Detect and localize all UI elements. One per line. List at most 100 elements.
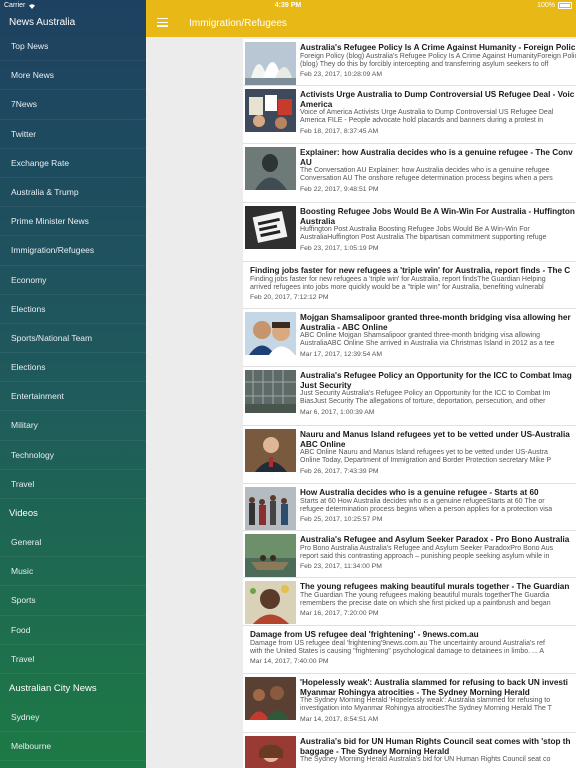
article-title[interactable]: Australia's Refugee and Asylum Seeker Pa… <box>300 535 576 545</box>
article-body: Finding jobs faster for new refugees a '… <box>250 266 570 302</box>
article-title-line2[interactable]: baggage - The Sydney Morning Herald <box>300 747 576 757</box>
article-body: 'Hopelessly weak': Australia slammed for… <box>300 678 576 724</box>
sidebar-item-travel[interactable]: Travel <box>0 470 146 499</box>
article-thumbnail[interactable] <box>245 312 296 355</box>
article-thumbnail[interactable] <box>245 429 296 472</box>
article-thumbnail[interactable] <box>245 42 296 85</box>
sidebar-item-australia-trump[interactable]: Australia & Trump <box>0 178 146 208</box>
sidebar-item-sports[interactable]: Sports/National Team <box>0 324 146 354</box>
article-title[interactable]: How Australia decides who is a genuine r… <box>300 488 576 498</box>
article-date: Feb 20, 2017, 7:12:12 PM <box>250 294 329 302</box>
article-date: Feb 18, 2017, 8:37:45 AM <box>300 127 379 135</box>
article-body: Activists Urge Australia to Dump Controv… <box>300 90 576 136</box>
article-date: Feb 23, 2017, 1:05:19 PM <box>300 244 379 252</box>
sidebar-item-prime-minister[interactable]: Prime Minister News <box>0 207 146 237</box>
article-date: Mar 17, 2017, 12:39:54 AM <box>300 350 382 358</box>
sidebar-item-twitter[interactable]: Twitter <box>0 120 146 149</box>
article-snippet: Voice of America Activists Urge Australi… <box>300 109 554 116</box>
sidebar-item-economy[interactable]: Economy <box>0 266 146 295</box>
article-snippet: The Sydney Morning Herald Australia's bi… <box>300 756 551 763</box>
article-body: The young refugees making beautiful mura… <box>300 582 576 618</box>
sidebar-item-sydney[interactable]: Sydney <box>0 703 146 733</box>
article-title[interactable]: Australia's Refugee Policy an Opportunit… <box>300 371 576 381</box>
article-card[interactable]: Australia's Refugee Policy an Opportunit… <box>243 367 576 426</box>
article-title[interactable]: Activists Urge Australia to Dump Controv… <box>300 90 576 100</box>
article-title[interactable]: Explainer: how Australia decides who is … <box>300 148 576 158</box>
article-card[interactable]: How Australia decides who is a genuine r… <box>243 484 576 531</box>
article-title[interactable]: Finding jobs faster for new refugees a '… <box>250 266 570 276</box>
article-title[interactable]: Nauru and Manus Island refugees yet to b… <box>300 430 576 440</box>
sidebar-item-video-music[interactable]: Music <box>0 557 146 587</box>
article-snippet-line2: Conversation AU The onshore refugee dete… <box>300 175 553 183</box>
article-card[interactable]: Australia's Refugee Policy Is A Crime Ag… <box>243 39 576 86</box>
article-card[interactable]: Activists Urge Australia to Dump Controv… <box>243 86 576 144</box>
article-card[interactable]: Nauru and Manus Island refugees yet to b… <box>243 426 576 484</box>
article-title[interactable]: Boosting Refugee Jobs Would Be A Win-Win… <box>300 207 576 217</box>
article-body: Damage from US refugee deal 'frightening… <box>250 630 550 666</box>
article-title-line2[interactable]: ABC Online <box>300 440 576 450</box>
article-title-line2[interactable]: America <box>300 100 576 110</box>
article-feed[interactable]: Australia's Refugee Policy Is A Crime Ag… <box>243 37 576 768</box>
article-thumbnail[interactable] <box>245 581 296 624</box>
sidebar-item-video-travel[interactable]: Travel <box>0 645 146 674</box>
article-date: Feb 23, 2017, 10:28:09 AM <box>300 71 383 79</box>
article-snippet-line2: AustraliaHuffington Post Australia The b… <box>300 234 547 242</box>
article-thumbnail[interactable] <box>245 370 296 413</box>
article-title[interactable]: Australia's Refugee Policy Is A Crime Ag… <box>300 43 576 53</box>
sidebar-item-elections-2[interactable]: Elections <box>0 353 146 383</box>
sidebar-item-entertainment[interactable]: Entertainment <box>0 382 146 412</box>
sidebar-item-military[interactable]: Military <box>0 411 146 441</box>
article-snippet: Pro Bono Australia Australia's Refugee a… <box>300 544 554 552</box>
hamburger-icon[interactable] <box>157 18 168 27</box>
article-card[interactable]: The young refugees making beautiful mura… <box>243 578 576 626</box>
article-title-line2[interactable]: Myanmar Rohingya atrocities - The Sydney… <box>300 688 576 698</box>
article-title[interactable]: Mojgan Shamsalipoor granted three-month … <box>300 313 576 323</box>
article-body: Mojgan Shamsalipoor granted three-month … <box>300 313 576 359</box>
article-date: Mar 14, 2017, 7:40:00 PM <box>250 658 329 666</box>
article-title-line2[interactable]: AU <box>300 158 576 168</box>
sidebar: News Australia Top News More News 7News … <box>0 0 146 768</box>
article-title-line2[interactable]: Australia - ABC Online <box>300 323 576 333</box>
sidebar-item-video-food[interactable]: Food <box>0 616 146 645</box>
article-thumbnail[interactable] <box>245 736 296 768</box>
sidebar-item-video-sports[interactable]: Sports <box>0 586 146 616</box>
article-card[interactable]: Boosting Refugee Jobs Would Be A Win-Win… <box>243 203 576 262</box>
article-title-line2[interactable]: Australia <box>300 217 576 227</box>
article-card[interactable]: Australia's bid for UN Human Rights Coun… <box>243 733 576 768</box>
article-snippet: Foreign Policy (blog) Australia's Refuge… <box>300 52 576 60</box>
article-title[interactable]: Damage from US refugee deal 'frightening… <box>250 630 550 640</box>
sidebar-item-exchange-rate[interactable]: Exchange Rate <box>0 149 146 178</box>
article-thumbnail[interactable] <box>245 89 296 132</box>
article-card[interactable]: Finding jobs faster for new refugees a '… <box>243 262 576 309</box>
article-date: Feb 25, 2017, 10:25:57 PM <box>300 516 383 524</box>
article-card[interactable]: Damage from US refugee deal 'frightening… <box>243 626 576 674</box>
sidebar-item-elections[interactable]: Elections <box>0 295 146 324</box>
article-thumbnail[interactable] <box>245 206 296 249</box>
article-date: Mar 16, 2017, 7:20:00 PM <box>300 610 379 618</box>
article-thumbnail[interactable] <box>245 147 296 190</box>
sidebar-item-immigration[interactable]: Immigration/Refugees <box>0 236 146 266</box>
article-card[interactable]: 'Hopelessly weak': Australia slammed for… <box>243 674 576 733</box>
article-title[interactable]: 'Hopelessly weak': Australia slammed for… <box>300 678 576 688</box>
article-thumbnail[interactable] <box>245 534 296 577</box>
article-thumbnail[interactable] <box>245 677 296 720</box>
article-card[interactable]: Mojgan Shamsalipoor granted three-month … <box>243 309 576 367</box>
article-snippet-line2: AustraliaABC Online She arrived in Austr… <box>300 340 555 348</box>
sidebar-item-7news[interactable]: 7News <box>0 90 146 120</box>
article-card[interactable]: Australia's Refugee and Asylum Seeker Pa… <box>243 531 576 578</box>
sidebar-menu: Top News More News 7News Twitter Exchang… <box>0 32 146 762</box>
article-body: Explainer: how Australia decides who is … <box>300 148 576 194</box>
sidebar-item-melbourne[interactable]: Melbourne <box>0 732 146 762</box>
article-thumbnail[interactable] <box>245 487 296 530</box>
article-body: Boosting Refugee Jobs Would Be A Win-Win… <box>300 207 576 253</box>
article-title[interactable]: The young refugees making beautiful mura… <box>300 582 576 592</box>
sidebar-item-technology[interactable]: Technology <box>0 441 146 470</box>
sidebar-item-video-general[interactable]: General <box>0 528 146 558</box>
article-card[interactable]: Explainer: how Australia decides who is … <box>243 144 576 203</box>
article-snippet: The Guardian The young refugees making b… <box>300 591 550 599</box>
article-title-line2[interactable]: Just Security <box>300 381 576 391</box>
sidebar-title: News Australia <box>9 17 76 28</box>
sidebar-item-top-news[interactable]: Top News <box>0 32 146 62</box>
article-title[interactable]: Australia's bid for UN Human Rights Coun… <box>300 737 576 747</box>
sidebar-item-more-news[interactable]: More News <box>0 61 146 91</box>
